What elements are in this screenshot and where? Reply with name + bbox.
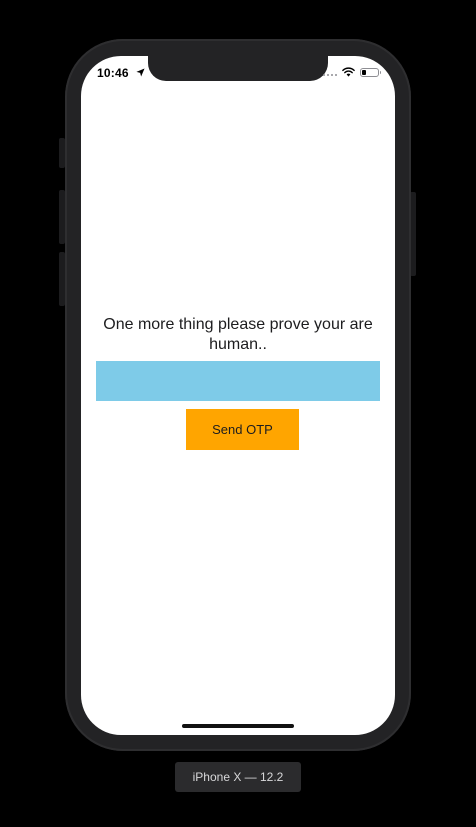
otp-input[interactable] (96, 361, 380, 401)
device-screen: 10:46 One more thing please prove your a… (81, 56, 395, 735)
otp-screen: One more thing please prove your are hum… (81, 56, 395, 735)
home-indicator[interactable] (182, 724, 294, 728)
human-verification-prompt: One more thing please prove your are hum… (103, 316, 373, 353)
send-otp-button[interactable]: Send OTP (186, 409, 299, 450)
simulator-device-label: iPhone X — 12.2 (175, 762, 301, 792)
simulator-stage: 10:46 One more thing please prove your a… (0, 0, 476, 827)
